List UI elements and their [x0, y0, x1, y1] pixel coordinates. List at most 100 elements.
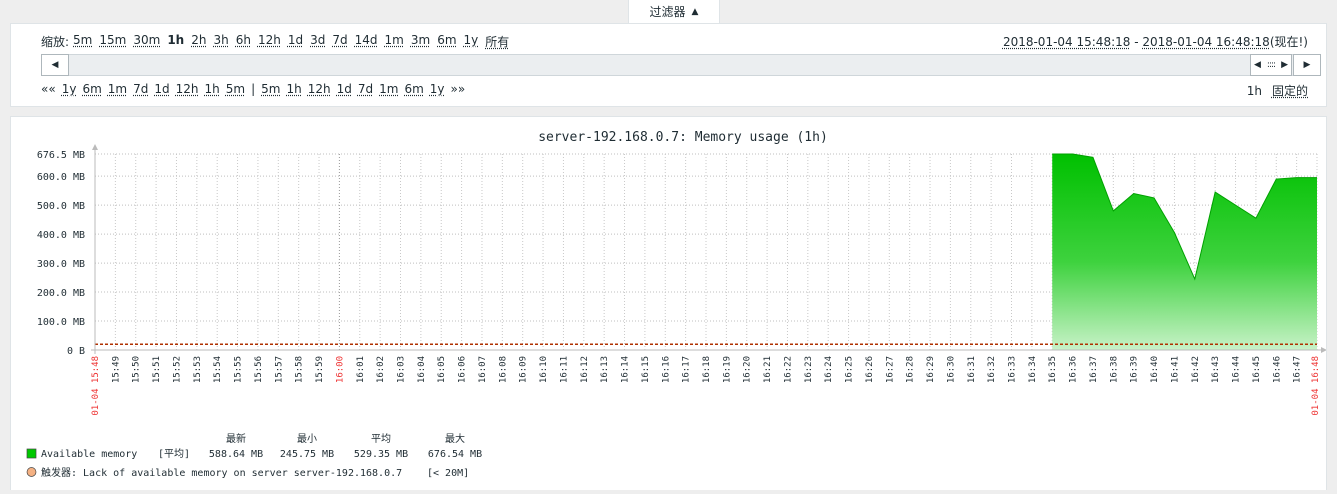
zoom-option-3[interactable]: 1h: [167, 33, 184, 50]
zoom-option-13[interactable]: 3m: [411, 33, 430, 50]
x-tick-label: 16:23: [804, 356, 814, 383]
x-tick-label: 16:28: [906, 356, 916, 383]
x-tick-label: 16:42: [1191, 356, 1201, 383]
zoom-option-4[interactable]: 2h: [191, 33, 206, 50]
trigger-legend-label: 触发器: Lack of available memory on server …: [41, 466, 402, 479]
x-tick-label: 16:04: [417, 356, 427, 383]
x-tick-label: 16:36: [1069, 356, 1079, 383]
x-tick-label: 15:54: [213, 356, 223, 383]
shift-forward-option-5[interactable]: 1m: [379, 82, 398, 96]
shift-back-option-4[interactable]: 1d: [154, 82, 169, 96]
x-tick-label: 16:45: [1252, 356, 1262, 383]
legend-header: 最新: [226, 432, 246, 445]
x-tick-label: 16:27: [885, 356, 895, 383]
zoom-option-5[interactable]: 3h: [213, 33, 228, 50]
zoom-option-8[interactable]: 1d: [288, 33, 303, 50]
shift-back-option-2[interactable]: 1m: [108, 82, 127, 96]
handle-left-icon: ◀: [1254, 60, 1261, 70]
x-tick-label: 16:46: [1272, 356, 1282, 383]
shift-bar: «« 1y6m1m7d1d12h1h5m | 5m1h12h1d7d1m6m1y…: [41, 82, 465, 96]
x-tick-label: 16:00: [335, 356, 345, 383]
period-fixed-link[interactable]: 固定的: [1272, 84, 1308, 98]
triangle-right-icon: ▶: [1304, 60, 1311, 70]
shift-forward-option-2[interactable]: 12h: [308, 82, 331, 96]
y-tick-label: 200.0 MB: [37, 288, 85, 299]
handle-right-icon: ▶: [1281, 60, 1288, 70]
x-tick-label: 15:50: [132, 356, 142, 383]
zoom-option-10[interactable]: 7d: [332, 33, 347, 50]
x-tick-label: 16:20: [743, 356, 753, 383]
legend-max: 676.54 MB: [428, 449, 482, 460]
shift-back-option-0[interactable]: 1y: [62, 82, 77, 96]
shift-forward-option-1[interactable]: 1h: [286, 82, 301, 96]
zoom-option-7[interactable]: 12h: [258, 33, 281, 50]
x-tick-label: 16:33: [1008, 356, 1018, 383]
zoom-option-12[interactable]: 1m: [385, 33, 404, 50]
x-tick-label: 16:38: [1109, 356, 1119, 383]
range-now: (现在!): [1270, 35, 1308, 49]
period-controls: 1h 固定的: [1247, 82, 1308, 99]
zoom-option-14[interactable]: 6m: [437, 33, 456, 50]
shift-forward-icon: »»: [451, 82, 466, 96]
x-tick-label: 16:35: [1048, 356, 1058, 383]
filter-panel: 缩放: 5m15m30m1h2h3h6h12h1d3d7d14d1m3m6m1y…: [10, 23, 1327, 107]
y-tick-label: 500.0 MB: [37, 201, 85, 212]
shift-back-option-7[interactable]: 5m: [226, 82, 245, 96]
x-tick-label: 16:41: [1170, 356, 1180, 383]
x-tick-label: 16:32: [987, 356, 997, 383]
legend-avg: 529.35 MB: [354, 449, 408, 460]
shift-forward-option-3[interactable]: 1d: [337, 82, 352, 96]
x-tick-label: 16:16: [661, 356, 671, 383]
shift-back-option-6[interactable]: 1h: [205, 82, 220, 96]
shift-back-icon: ««: [41, 82, 56, 96]
x-tick-label: 16:40: [1150, 356, 1160, 383]
x-tick-label: 16:25: [845, 356, 855, 383]
x-tick-label: 16:21: [763, 356, 773, 383]
x-tick-label: 16:01: [356, 356, 366, 383]
x-tick-label: 16:24: [824, 356, 834, 383]
shift-back-option-5[interactable]: 12h: [176, 82, 199, 96]
x-tick-label: 15:49: [111, 356, 121, 383]
range-from[interactable]: 2018-01-04 15:48:18: [1003, 35, 1130, 49]
scroll-handle[interactable]: ◀ :::: ▶: [1250, 54, 1292, 76]
x-tick-label: 15:59: [315, 356, 325, 383]
zoom-option-2[interactable]: 30m: [133, 33, 160, 50]
zoom-option-11[interactable]: 14d: [355, 33, 378, 50]
shift-forward-option-7[interactable]: 1y: [430, 82, 445, 96]
x-tick-label: 16:44: [1232, 356, 1242, 383]
legend-func: [平均]: [158, 448, 190, 460]
filter-tab[interactable]: 过滤器 ▲: [628, 0, 720, 24]
x-tick-label: 16:18: [702, 356, 712, 383]
y-tick-label: 600.0 MB: [37, 172, 85, 183]
zoom-option-6[interactable]: 6h: [236, 33, 251, 50]
range-to[interactable]: 2018-01-04 16:48:18: [1142, 35, 1269, 49]
zoom-option-15[interactable]: 1y: [464, 33, 479, 50]
x-tick-label: 16:43: [1211, 356, 1221, 383]
filter-tab-label: 过滤器: [650, 3, 686, 20]
trigger-legend-condition: [< 20M]: [427, 468, 469, 479]
shift-forward-option-6[interactable]: 6m: [404, 82, 423, 96]
scroll-right-button[interactable]: ▶: [1293, 54, 1321, 76]
x-tick-label: 16:14: [621, 356, 631, 383]
shift-forward-option-0[interactable]: 5m: [261, 82, 280, 96]
zoom-option-16[interactable]: 所有: [485, 33, 509, 50]
x-tick-label: 16:03: [397, 356, 407, 383]
shift-back-option-1[interactable]: 6m: [82, 82, 101, 96]
x-tick-label: 16:07: [478, 356, 488, 383]
legend-header: 平均: [371, 433, 391, 445]
zoom-option-0[interactable]: 5m: [73, 33, 92, 50]
shift-forward-option-4[interactable]: 7d: [358, 82, 373, 96]
series-area-available-memory: [1052, 154, 1317, 350]
timeline-scrollbar[interactable]: ◀ ◀ :::: ▶ ▶: [41, 54, 1321, 76]
scroll-left-button[interactable]: ◀: [41, 54, 69, 76]
zoom-option-9[interactable]: 3d: [310, 33, 325, 50]
graph-panel: server-192.168.0.7: Memory usage (1h) 67…: [10, 116, 1327, 490]
range-separator: -: [1130, 35, 1142, 49]
x-tick-label: 15:51: [152, 356, 162, 383]
x-tick-label: 16:22: [783, 356, 793, 383]
period-value: 1h: [1247, 84, 1262, 98]
x-tick-label: 16:29: [926, 356, 936, 383]
shift-back-option-3[interactable]: 7d: [133, 82, 148, 96]
x-tick-label: 16:26: [865, 356, 875, 383]
zoom-option-1[interactable]: 15m: [99, 33, 126, 50]
